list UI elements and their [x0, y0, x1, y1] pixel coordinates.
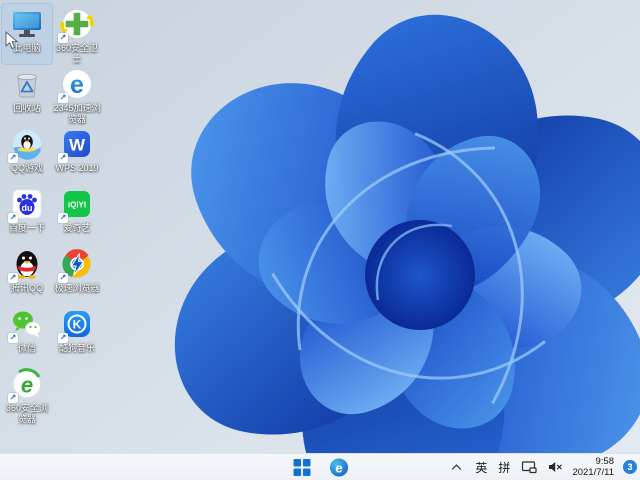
du-glyph: du	[22, 203, 33, 213]
qq-games-icon: ↗	[8, 127, 44, 163]
e-glyph: e	[21, 373, 33, 398]
wps-2019-icon: W ↗	[58, 127, 94, 163]
desktop-icon-kugou-music[interactable]: K ↗ 酷狗音乐	[52, 304, 102, 364]
icon-label: QQ游戏	[10, 163, 43, 173]
network-icon	[521, 461, 537, 474]
shortcut-arrow-icon: ↗	[58, 273, 68, 283]
taskbar-center: e	[290, 454, 351, 480]
clock[interactable]: 9:58 2021/7/11	[572, 456, 614, 478]
desktop: 此电脑 ↗ 360安全卫士 回收站 e ↗ 2345加速浏览器 ↗ QQ游戏 W…	[0, 0, 640, 480]
shortcut-arrow-icon: ↗	[58, 93, 68, 103]
shortcut-arrow-icon: ↗	[8, 393, 18, 403]
edge-icon: e	[329, 457, 348, 477]
svg-text:e: e	[335, 460, 342, 475]
iqiyi-glyph: iQIYI	[68, 201, 86, 210]
desktop-icon-iqiyi[interactable]: iQIYI ↗ 爱奇艺	[52, 184, 102, 244]
volume-tray-button[interactable]	[546, 459, 563, 476]
icon-label: 极速浏览器	[54, 283, 100, 293]
speed-browser-icon: ↗	[58, 247, 94, 283]
taskbar: e 英 拼 9:58 2021/7/11 3	[0, 453, 640, 480]
start-button[interactable]	[290, 455, 314, 479]
e-glyph: e	[70, 71, 84, 99]
shortcut-arrow-icon: ↗	[8, 153, 18, 163]
360-secure-browser-icon: e ↗	[8, 367, 44, 403]
desktop-icon-360-safe-guard[interactable]: ↗ 360安全卫士	[52, 4, 102, 64]
icon-label: 回收站	[13, 103, 41, 113]
mouse-cursor	[5, 31, 18, 50]
desktop-icon-2345-speed-browser[interactable]: e ↗ 2345加速浏览器	[52, 64, 102, 124]
baidu-icon: du ↗	[8, 187, 44, 223]
icon-label: 360安全浏览器	[5, 403, 49, 424]
icon-label: 2345加速浏览器	[53, 103, 101, 124]
tray-overflow-button[interactable]	[448, 459, 465, 476]
chevron-up-icon	[452, 463, 462, 470]
kugou-music-icon: K ↗	[58, 307, 94, 343]
windows-logo-icon	[293, 458, 310, 476]
shortcut-arrow-icon: ↗	[8, 333, 18, 343]
shortcut-arrow-icon: ↗	[8, 273, 18, 283]
shortcut-arrow-icon: ↗	[58, 33, 68, 43]
system-tray: 英 拼 9:58 2021/7/11 3	[448, 454, 637, 480]
notification-count-badge[interactable]: 3	[623, 460, 637, 474]
ime-english-indicator[interactable]: 英	[474, 459, 488, 476]
icon-label: WPS 2019	[55, 163, 99, 173]
desktop-icon-tencent-qq[interactable]: ↗ 腾讯QQ	[2, 244, 52, 304]
shortcut-arrow-icon: ↗	[58, 213, 68, 223]
network-tray-button[interactable]	[520, 459, 537, 476]
desktop-icon-speed-browser[interactable]: ↗ 极速浏览器	[52, 244, 102, 304]
edge-taskbar-button[interactable]: e	[327, 455, 351, 479]
icon-label: 酷狗音乐	[58, 343, 95, 353]
w-glyph: W	[69, 136, 86, 155]
desktop-icon-wechat[interactable]: ↗ 微信	[2, 304, 52, 364]
icon-label: 微信	[17, 343, 36, 353]
iqiyi-icon: iQIYI ↗	[58, 187, 94, 223]
desktop-icon-wps-2019[interactable]: W ↗ WPS 2019	[52, 124, 102, 184]
clock-date: 2021/7/11	[572, 467, 614, 478]
desktop-icon-grid: 此电脑 ↗ 360安全卫士 回收站 e ↗ 2345加速浏览器 ↗ QQ游戏 W…	[1, 3, 102, 424]
desktop-icon-recycle-bin[interactable]: 回收站	[2, 64, 52, 124]
360-safe-guard-icon: ↗	[58, 7, 94, 43]
shortcut-arrow-icon: ↗	[58, 333, 68, 343]
recycle-bin-icon	[10, 67, 44, 101]
shortcut-arrow-icon: ↗	[8, 213, 18, 223]
shortcut-arrow-icon: ↗	[58, 153, 68, 163]
icon-label: 腾讯QQ	[10, 283, 43, 293]
2345-browser-icon: e ↗	[58, 67, 94, 103]
desktop-icon-360-secure-browser[interactable]: e ↗ 360安全浏览器	[2, 364, 52, 424]
speaker-mute-icon	[548, 462, 562, 472]
icon-label: 爱奇艺	[63, 223, 91, 233]
clock-time: 9:58	[595, 456, 615, 467]
tencent-qq-icon: ↗	[8, 247, 44, 283]
desktop-icon-baidu-search[interactable]: du ↗ 百度一下	[2, 184, 52, 244]
icon-label: 360安全卫士	[55, 43, 99, 64]
wechat-icon: ↗	[8, 307, 44, 343]
ime-pinyin-indicator[interactable]: 拼	[497, 459, 511, 476]
desktop-icon-qq-games[interactable]: ↗ QQ游戏	[2, 124, 52, 184]
k-glyph: K	[73, 318, 82, 332]
icon-label: 百度一下	[8, 223, 45, 233]
